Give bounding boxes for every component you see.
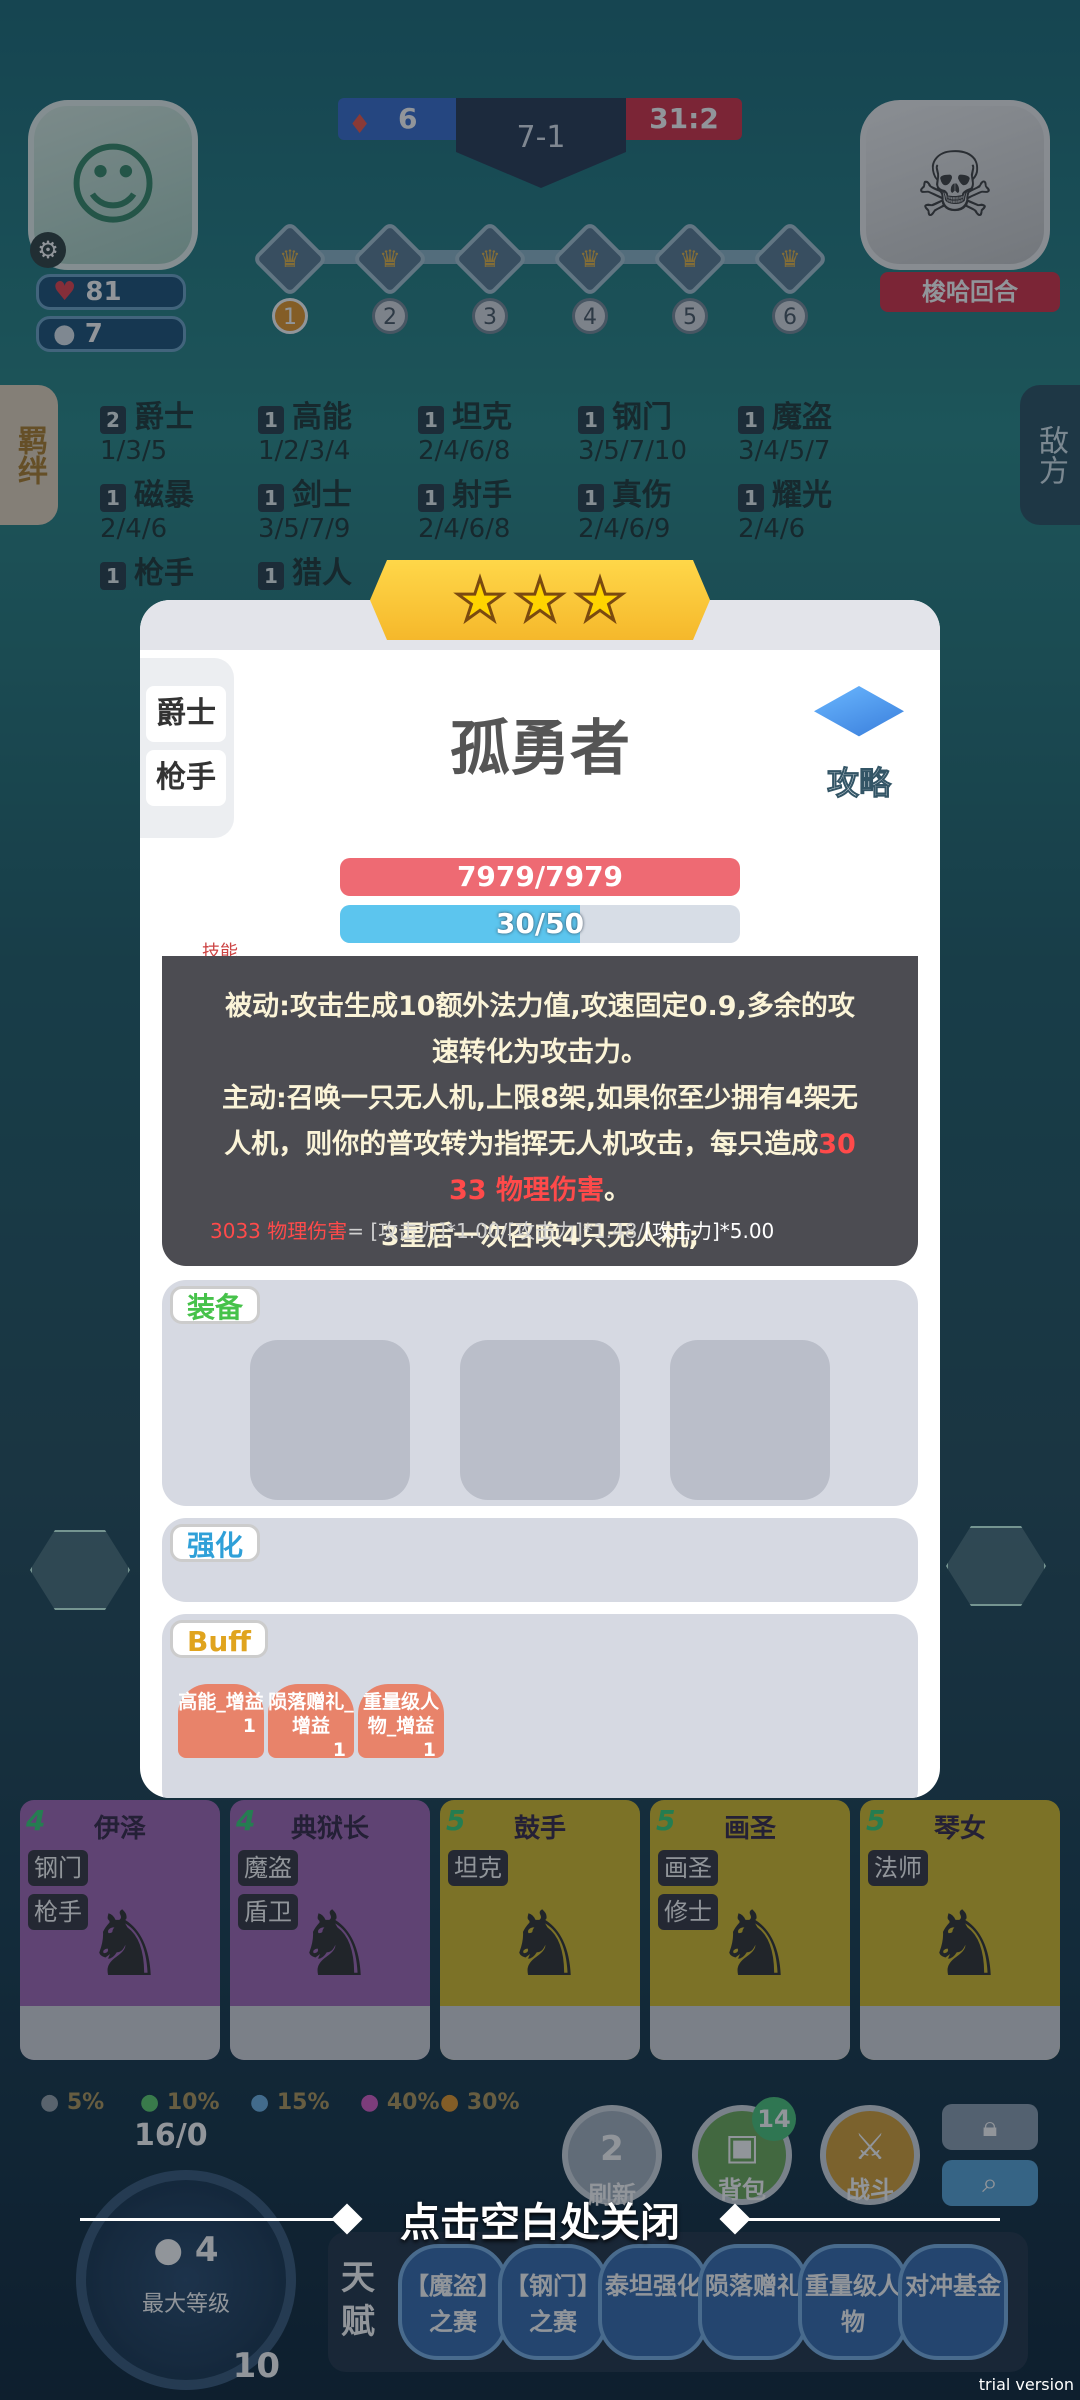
enhance-label: 强化 (170, 1524, 261, 1562)
mana-text: 30/50 (495, 907, 585, 940)
hero-name: 孤勇者 (450, 714, 630, 784)
skill-line: 速转化为攻击力。 (432, 1037, 648, 1068)
buff-panel: Buff 高能_增益 1 陨落赠礼_增益 1 重量级人物_增益 1 (162, 1614, 918, 1798)
buff-item[interactable]: 高能_增益 1 (178, 1684, 264, 1758)
buff-label: Buff (170, 1620, 268, 1658)
star-icon: ★ (573, 565, 628, 636)
buff-count: 1 (332, 1739, 346, 1761)
trait-tag[interactable]: 爵士 (146, 686, 226, 742)
skill-line: 33 物理伤害。 (202, 1168, 878, 1214)
equipment-slot[interactable] (250, 1340, 410, 1500)
mana-bar: 30/50 (340, 905, 740, 943)
trait-tag[interactable]: 枪手 (146, 750, 226, 806)
damage-formula: 3033 物理伤害= [攻击力]*1.00/[攻击力]*1.48/[攻击力]*5… (210, 1218, 774, 1244)
hp-bar: 7979/7979 (340, 858, 740, 896)
close-hint[interactable]: 点击空白处关闭 (0, 2190, 1080, 2248)
skill-line: 主动:召唤一只无人机,上限8架,如果你至少拥有4架无 (222, 1083, 858, 1114)
skill-line: 被动:攻击生成10额外法力值,攻速固定0.9,多余的攻 (225, 991, 855, 1022)
equipment-label: 装备 (170, 1286, 261, 1324)
formula-text: = [攻击力]*1.00/[攻击力]*1.48/ (347, 1219, 645, 1243)
skill-line: 人机，则你的普攻转为指挥无人机攻击，每只造成30 (202, 1122, 878, 1168)
skill-description: 被动:攻击生成10额外法力值,攻速固定0.9,多余的攻 速转化为攻击力。 主动:… (162, 956, 918, 1266)
skill-line-text: 人机，则你的普攻转为指挥无人机攻击，每只造成 (224, 1129, 819, 1160)
equipment-slot[interactable] (670, 1340, 830, 1500)
skill-damage: 33 物理伤害 (449, 1175, 604, 1206)
buff-name: 高能_增益 (178, 1691, 264, 1713)
trait-tags: 爵士 枪手 (140, 658, 234, 838)
star-rating: ★ ★ ★ (370, 560, 710, 640)
enhance-panel: 强化 (162, 1518, 918, 1602)
buff-count: 1 (422, 1739, 436, 1761)
graduation-cap-icon (814, 686, 904, 737)
buff-name: 重量级人物_增益 (362, 1691, 439, 1737)
star-icon: ★ (513, 565, 568, 636)
formula-damage: 3033 物理伤害 (210, 1219, 348, 1243)
equipment-panel: 装备 (162, 1280, 918, 1506)
strategy-label: 攻略 (826, 764, 891, 803)
buff-name: 陨落赠礼_增益 (268, 1691, 354, 1737)
skill-line-text: 。 (603, 1175, 631, 1206)
strategy-button[interactable]: 攻略 (804, 686, 914, 803)
trial-watermark: trial version (978, 2375, 1074, 2394)
formula-text: [攻击力]*5.00 (644, 1219, 775, 1243)
skill-damage: 30 (818, 1129, 856, 1160)
equipment-slot[interactable] (460, 1340, 620, 1500)
buff-item[interactable]: 重量级人物_增益 1 (358, 1684, 444, 1761)
hero-detail-modal: 爵士 枪手 孤勇者 攻略 7979/7979 30/50 技能 被动:攻击生成1… (140, 600, 940, 1798)
buff-item[interactable]: 陨落赠礼_增益 1 (268, 1684, 354, 1761)
buff-count: 1 (242, 1715, 256, 1737)
star-icon: ★ (453, 565, 508, 636)
